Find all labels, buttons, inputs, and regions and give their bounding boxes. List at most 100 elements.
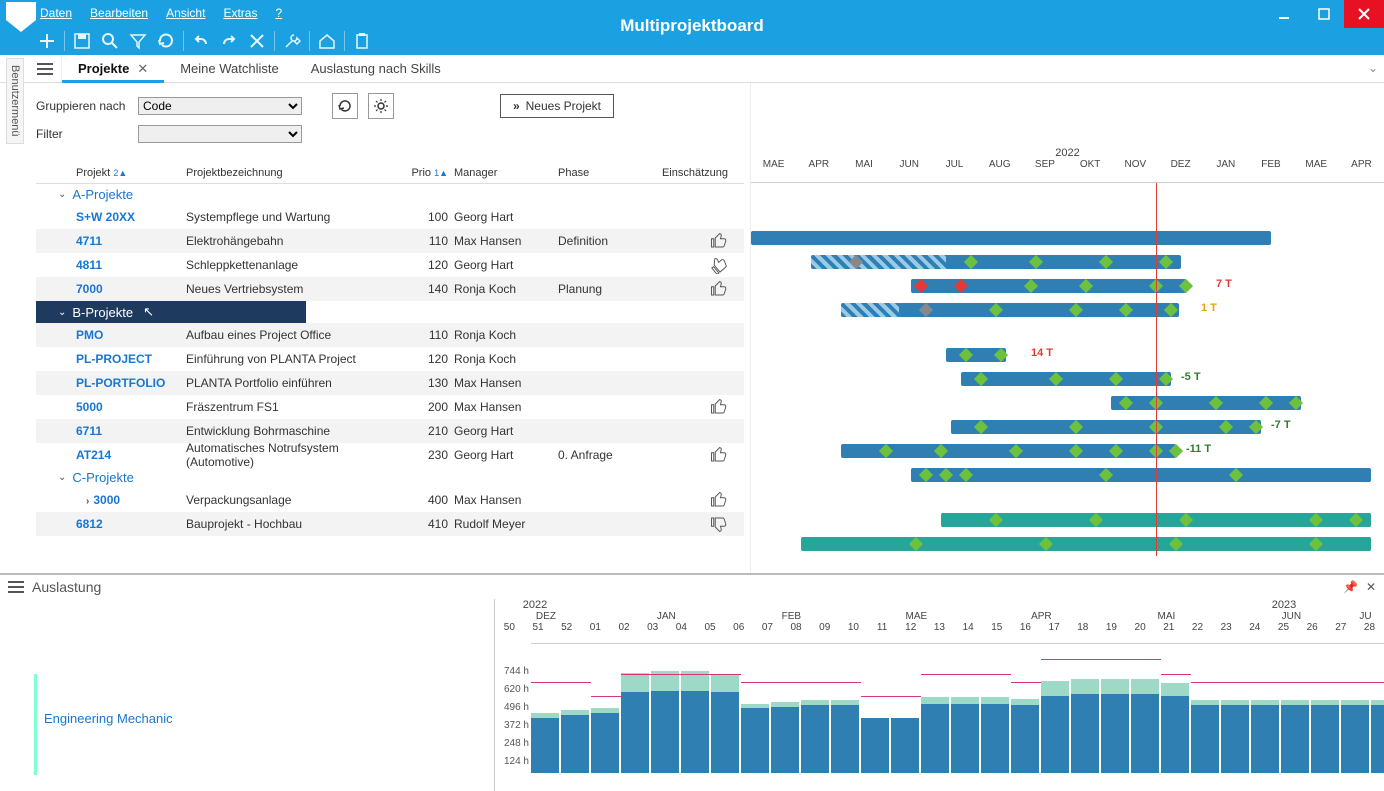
project-rating[interactable] <box>658 280 728 298</box>
redo-icon[interactable] <box>218 30 240 52</box>
col-manager[interactable]: Manager <box>448 167 558 179</box>
project-code[interactable]: 6812 <box>36 517 186 531</box>
project-code[interactable]: PL-PORTFOLIO <box>36 376 186 390</box>
user-menu-sidebar[interactable]: Benutzermenü <box>6 58 24 144</box>
load-bar[interactable] <box>981 697 1009 773</box>
gantt-bar[interactable] <box>811 255 951 269</box>
load-bar[interactable] <box>1131 679 1159 773</box>
load-bar[interactable] <box>561 710 589 773</box>
load-bar[interactable] <box>1371 700 1384 773</box>
load-bar[interactable] <box>1251 700 1279 773</box>
project-code[interactable]: AT214 <box>36 448 186 462</box>
gantt-bar[interactable] <box>801 537 1371 551</box>
menu-daten[interactable]: Daten <box>40 6 72 20</box>
add-icon[interactable] <box>36 30 58 52</box>
load-bar[interactable] <box>651 671 679 773</box>
col-bezeichnung[interactable]: Projektbezeichnung <box>186 167 396 179</box>
maximize-button[interactable] <box>1304 0 1344 28</box>
gantt-row[interactable] <box>751 463 1384 487</box>
gantt-row[interactable] <box>751 250 1384 274</box>
load-bar[interactable] <box>1281 700 1309 773</box>
project-rating[interactable] <box>658 446 728 464</box>
tab-menu-icon[interactable] <box>28 55 62 82</box>
project-code[interactable]: 7000 <box>36 282 186 296</box>
table-row[interactable]: 4811Schleppkettenanlage120Georg Hart <box>36 253 744 277</box>
tab-watchliste[interactable]: Meine Watchliste <box>164 55 295 82</box>
table-row[interactable]: 7000Neues Vertriebsystem140Ronja KochPla… <box>36 277 744 301</box>
settings-button[interactable] <box>368 93 394 119</box>
undo-icon[interactable] <box>190 30 212 52</box>
gantt-bar[interactable] <box>951 420 1261 434</box>
home-icon[interactable] <box>316 30 338 52</box>
load-bar[interactable] <box>711 675 739 773</box>
tabbar-chevron-icon[interactable]: ⌄ <box>1368 61 1378 75</box>
load-bar[interactable] <box>1221 700 1249 773</box>
table-row[interactable]: 5000Fräszentrum FS1200Max Hansen <box>36 395 744 419</box>
load-bar[interactable] <box>1041 681 1069 773</box>
load-bar[interactable] <box>921 697 949 773</box>
save-icon[interactable] <box>71 30 93 52</box>
gantt-row[interactable] <box>751 391 1384 415</box>
gantt-bar[interactable] <box>946 255 1181 269</box>
gantt-bar[interactable] <box>841 303 901 317</box>
col-prio[interactable]: Prio <box>411 167 431 179</box>
gantt-bar[interactable] <box>899 303 1179 317</box>
gantt-bar[interactable] <box>911 468 1371 482</box>
project-code[interactable]: PL-PROJECT <box>36 352 186 366</box>
table-row[interactable]: PL-PROJECTEinführung von PLANTA Project1… <box>36 347 744 371</box>
project-code[interactable]: 5000 <box>36 400 186 414</box>
gantt-row[interactable] <box>751 508 1384 532</box>
table-row[interactable]: PL-PORTFOLIOPLANTA Portfolio einführen13… <box>36 371 744 395</box>
clipboard-icon[interactable] <box>351 30 373 52</box>
tab-auslastung-skills[interactable]: Auslastung nach Skills <box>295 55 457 82</box>
gantt-row[interactable] <box>751 487 1384 508</box>
project-rating[interactable] <box>658 491 728 509</box>
gantt-bar[interactable] <box>751 231 1271 245</box>
group-row[interactable]: ⌄B-Projekte↖ <box>36 301 306 323</box>
reload-button[interactable] <box>332 93 358 119</box>
col-projekt[interactable]: Projekt <box>76 167 110 179</box>
gantt-bar[interactable] <box>911 279 1186 293</box>
gantt-row[interactable]: -5 T <box>751 367 1384 391</box>
gantt-row[interactable] <box>751 205 1384 226</box>
gantt-row[interactable] <box>751 226 1384 250</box>
project-code[interactable]: 4811 <box>36 258 186 272</box>
col-phase[interactable]: Phase <box>558 167 658 179</box>
load-bar[interactable] <box>1101 679 1129 773</box>
table-row[interactable]: ›3000Verpackungsanlage400Max Hansen <box>36 488 744 512</box>
project-rating[interactable] <box>658 398 728 416</box>
project-code[interactable]: 6711 <box>36 424 186 438</box>
gantt-bar[interactable] <box>961 372 1171 386</box>
tools-icon[interactable] <box>281 30 303 52</box>
close-button[interactable] <box>1344 0 1384 28</box>
load-bar[interactable] <box>531 713 559 773</box>
project-rating[interactable] <box>658 515 728 533</box>
table-row[interactable]: 4711Elektrohängebahn110Max HansenDefinit… <box>36 229 744 253</box>
load-bar[interactable] <box>1341 700 1369 773</box>
menu-ansicht[interactable]: Ansicht <box>166 6 205 20</box>
load-bar[interactable] <box>831 700 859 773</box>
tab-projekte[interactable]: Projekte✕ <box>62 55 164 82</box>
load-bar[interactable] <box>591 708 619 773</box>
gantt-row[interactable]: 1 T <box>751 298 1384 322</box>
filter-select[interactable] <box>138 125 302 143</box>
project-rating[interactable] <box>658 256 728 274</box>
close-panel-icon[interactable]: ✕ <box>1366 580 1376 594</box>
tab-close-icon[interactable]: ✕ <box>137 61 148 77</box>
load-bar[interactable] <box>891 718 919 773</box>
gantt-row[interactable]: -7 T <box>751 415 1384 439</box>
load-bar[interactable] <box>741 704 769 773</box>
gantt-row[interactable]: 7 T <box>751 274 1384 298</box>
table-row[interactable]: PMOAufbau eines Project Office110Ronja K… <box>36 323 744 347</box>
hamburger-icon[interactable] <box>8 581 24 593</box>
group-row[interactable]: ⌄C-Projekte <box>36 467 744 488</box>
col-einschaetzung[interactable]: Einschätzung <box>658 167 728 179</box>
group-by-select[interactable]: Code <box>138 97 302 115</box>
gantt-row[interactable]: 14 T <box>751 343 1384 367</box>
menu-bearbeiten[interactable]: Bearbeiten <box>90 6 148 20</box>
project-code[interactable]: ›3000 <box>36 493 186 507</box>
load-bar[interactable] <box>621 673 649 773</box>
load-bar[interactable] <box>681 671 709 773</box>
load-bar[interactable] <box>1071 679 1099 773</box>
load-bar[interactable] <box>861 718 889 773</box>
